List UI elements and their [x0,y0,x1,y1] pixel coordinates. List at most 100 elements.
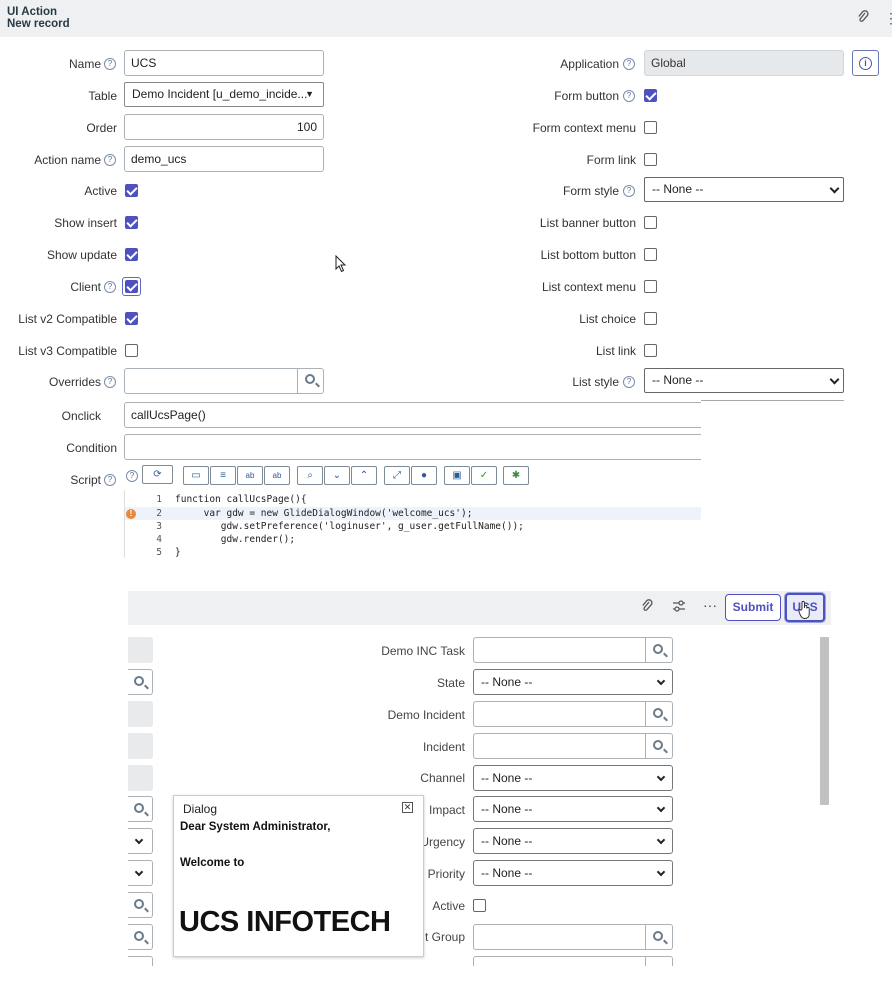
header-title: UI Action [7,6,58,18]
cropped-lookup-button[interactable] [128,669,153,695]
paperclip-icon[interactable] [641,599,655,615]
list-v3-checkbox[interactable] [125,344,138,357]
active-checkbox[interactable] [125,184,138,197]
cropped-field-edge [701,400,844,404]
submit-button[interactable]: Submit [725,594,781,621]
help-circle-icon[interactable]: ● [411,466,437,485]
list-link-checkbox[interactable] [644,344,657,357]
list-context-menu-checkbox[interactable] [644,280,657,293]
dialog-title: Dialog [183,802,218,816]
list-bottom-button-checkbox[interactable] [644,248,657,261]
dialog-brand: UCS INFOTECH [179,906,391,938]
priority-value: -- None -- [481,866,533,880]
help-icon[interactable]: ? [623,90,635,102]
list-choice-checkbox[interactable] [644,312,657,325]
paperclip-icon[interactable] [857,10,871,26]
format-icon[interactable]: ≡ [210,466,236,485]
help-icon[interactable]: ? [126,470,138,482]
cropped-field [128,637,153,663]
table-select[interactable]: Demo Incident [u_demo_incide... ▼ [124,82,324,107]
close-icon[interactable]: ✕ [402,802,413,813]
cropped-select[interactable] [128,860,153,886]
help-icon[interactable]: ? [104,281,116,293]
dialog-window: Dialog ✕ Dear System Administrator, Welc… [173,795,424,957]
list-v2-label: List v2 Compatible [18,312,117,326]
help-icon[interactable]: ? [104,154,116,166]
group-input[interactable] [473,924,646,950]
list-style-value: -- None -- [652,373,704,387]
chevron-down-icon[interactable]: ⌄ [324,466,350,485]
save-icon[interactable]: ▣ [444,466,470,485]
action-name-input[interactable]: demo_ucs [124,146,324,172]
onclick-label: Onclick [61,409,101,423]
demo-inc-task-lookup[interactable] [646,637,673,663]
search-icon[interactable]: ⌕ [297,466,323,485]
cropped-select[interactable] [128,828,153,854]
chevron-down-icon [134,835,144,845]
form-context-menu-checkbox[interactable] [644,121,657,134]
impact-select[interactable]: -- None -- [473,796,673,822]
urgency-select[interactable]: -- None -- [473,828,673,854]
more-icon[interactable]: ⋮ [884,10,892,27]
help-icon[interactable]: ? [104,376,116,388]
overrides-lookup-button[interactable] [297,368,324,394]
help-icon[interactable]: ? [623,376,635,388]
comment-icon[interactable]: ▭ [183,466,209,485]
replace-icon[interactable]: ab [237,466,263,485]
show-insert-label: Show insert [54,216,117,230]
priority-select[interactable]: -- None -- [473,860,673,886]
help-icon[interactable]: ? [104,474,116,486]
cropped-lookup-button[interactable] [128,796,153,822]
order-input[interactable]: 100 [124,114,324,140]
form-link-checkbox[interactable] [644,153,657,166]
cropped-input[interactable] [473,956,646,966]
search-icon [305,374,315,384]
show-insert-checkbox[interactable] [125,216,138,229]
demo-incident-input[interactable] [473,701,646,727]
onclick-input[interactable]: callUcsPage() [124,402,701,428]
active-label: Active [84,184,117,198]
check-icon[interactable]: ✓ [471,466,497,485]
settings-sliders-icon[interactable] [672,599,686,613]
replace-all-icon[interactable]: ab [264,466,290,485]
script-editor[interactable]: ! 1 function callUcsPage(){ 2 var gdw = … [124,490,701,558]
list-style-select[interactable]: -- None -- [644,368,844,393]
scrollbar-thumb[interactable] [820,637,829,805]
list-banner-button-checkbox[interactable] [644,216,657,229]
expand-icon[interactable]: ⤢ [384,466,410,485]
demo-incident-lookup[interactable] [646,701,673,727]
show-update-checkbox[interactable] [125,248,138,261]
demo-inc-task-input[interactable] [473,637,646,663]
more-icon[interactable]: ··· [703,597,717,613]
application-field: Global [644,50,844,76]
name-input[interactable]: UCS [124,50,324,76]
help-icon[interactable]: ? [104,58,116,70]
chevron-up-icon[interactable]: ⌃ [351,466,377,485]
toggle-syntax-icon[interactable]: ⟳ [142,465,173,484]
cropped-lookup-button[interactable] [128,924,153,950]
incident-input[interactable] [473,733,646,759]
form-button-checkbox[interactable] [644,89,657,102]
urgency-value: -- None -- [481,834,533,848]
state-label: State [436,676,465,690]
chevron-down-icon [656,867,666,877]
help-icon[interactable]: ? [623,185,635,197]
cropped-lookup-button[interactable] [128,956,153,966]
condition-input[interactable] [124,434,701,460]
info-button[interactable]: i [852,50,879,76]
debug-icon[interactable]: ✱ [503,466,529,485]
client-checkbox[interactable] [125,280,138,293]
state-select[interactable]: -- None -- [473,669,673,695]
form-style-select[interactable]: -- None -- [644,177,844,202]
cropped-lookup-button[interactable] [128,892,153,918]
cropped-lookup[interactable] [646,956,673,966]
active-checkbox[interactable] [473,899,486,912]
channel-select[interactable]: -- None -- [473,765,673,791]
cropped-field [128,733,153,759]
list-v2-checkbox[interactable] [125,312,138,325]
incident-lookup[interactable] [646,733,673,759]
caret-down-icon: ▼ [305,89,314,99]
overrides-input[interactable] [124,368,298,394]
group-lookup[interactable] [646,924,673,950]
help-icon[interactable]: ? [623,58,635,70]
